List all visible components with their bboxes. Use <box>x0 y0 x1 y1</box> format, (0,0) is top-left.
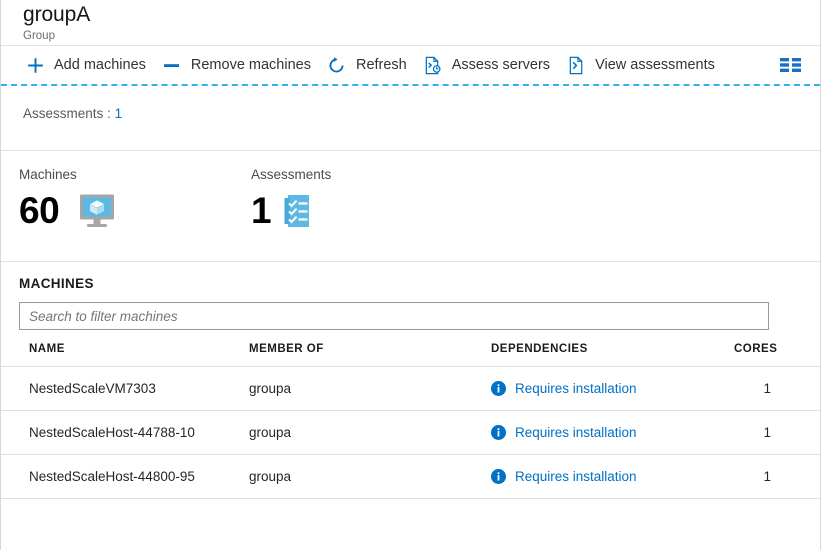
column-header-name[interactable]: NAME <box>1 343 249 367</box>
assess-servers-label: Assess servers <box>451 56 551 73</box>
blade-titlebar: groupA Group <box>1 0 820 46</box>
assessments-filter[interactable]: Assessments : 1 <box>23 106 122 121</box>
assessments-stat-label: Assessments <box>251 167 332 182</box>
assess-servers-button[interactable]: Assess servers <box>415 49 558 81</box>
cell-dependencies: Requires installation <box>491 454 734 499</box>
cell-cores: 1 <box>734 366 820 411</box>
column-header-member-of[interactable]: MEMBER OF <box>249 343 491 367</box>
cell-name: NestedScaleHost-44800-95 <box>1 454 249 499</box>
cell-dependencies: Requires installation <box>491 410 734 455</box>
add-machines-label: Add machines <box>54 56 146 73</box>
assessments-filter-separator: : <box>107 106 111 121</box>
cell-name: NestedScaleVM7303 <box>1 366 249 411</box>
refresh-label: Refresh <box>355 56 407 73</box>
machines-table-head: NAME MEMBER OF DEPENDENCIES CORES <box>1 343 820 367</box>
dependencies-link[interactable]: Requires installation <box>515 425 637 440</box>
refresh-icon <box>327 55 347 75</box>
machines-stat-value: 60 <box>19 190 60 231</box>
machines-stat-tile[interactable]: Machines 60 <box>19 167 251 261</box>
info-icon <box>491 469 506 484</box>
assessments-stat-tile[interactable]: Assessments 1 <box>251 167 331 261</box>
machines-table: NAME MEMBER OF DEPENDENCIES CORES Nested… <box>1 343 820 499</box>
cell-member-of: groupa <box>249 410 491 455</box>
refresh-button[interactable]: Refresh <box>319 49 415 81</box>
cell-member-of: groupa <box>249 454 491 499</box>
dependencies-link[interactable]: Requires installation <box>515 381 637 396</box>
page-subtitle: Group <box>23 30 55 42</box>
cell-cores: 1 <box>734 454 820 499</box>
view-assessments-label: View assessments <box>595 56 715 73</box>
machines-section: MACHINES NAME MEMBER OF DEPENDENCIES COR… <box>1 262 820 499</box>
dependencies-link[interactable]: Requires installation <box>515 469 637 484</box>
plus-icon <box>25 55 45 75</box>
stats-row: Machines 60 Assessments 1 <box>1 151 820 262</box>
add-machines-button[interactable]: Add machines <box>17 49 154 81</box>
remove-machines-button[interactable]: Remove machines <box>154 49 319 81</box>
column-header-cores[interactable]: CORES <box>734 343 820 367</box>
table-row[interactable]: NestedScaleHost-44788-10 groupa Requires… <box>1 410 820 455</box>
machines-table-body: NestedScaleVM7303 groupa Requires instal… <box>1 366 820 499</box>
assessments-filter-value: 1 <box>114 106 123 121</box>
machines-stat-label: Machines <box>19 167 77 182</box>
machines-section-title: MACHINES <box>19 276 94 291</box>
columns-options-button[interactable] <box>772 49 810 81</box>
cell-dependencies: Requires installation <box>491 366 734 411</box>
assessments-stat-row: 1 <box>251 189 331 233</box>
search-wrapper <box>1 291 820 330</box>
remove-machines-label: Remove machines <box>190 56 311 73</box>
search-input[interactable] <box>19 302 769 330</box>
page-title: groupA <box>23 3 91 26</box>
machines-stat-row: 60 <box>19 189 251 233</box>
column-header-dependencies[interactable]: DEPENDENCIES <box>491 343 734 367</box>
cell-member-of: groupa <box>249 366 491 411</box>
view-assessments-icon <box>566 55 586 75</box>
essentials-strip: Assessments : 1 <box>1 86 820 151</box>
columns-grid-icon <box>780 55 802 75</box>
checklist-icon <box>284 194 313 228</box>
view-assessments-button[interactable]: View assessments <box>558 49 723 81</box>
info-icon <box>491 425 506 440</box>
table-row[interactable]: NestedScaleHost-44800-95 groupa Requires… <box>1 454 820 499</box>
info-icon <box>491 381 506 396</box>
table-header-row: NAME MEMBER OF DEPENDENCIES CORES <box>1 343 820 367</box>
minus-icon <box>162 55 182 75</box>
blade-container: groupA Group Add machines Remove machine… <box>0 0 821 550</box>
assessments-filter-label: Assessments <box>23 106 104 121</box>
command-bar: Add machines Remove machines Refresh Ass… <box>1 46 820 86</box>
assess-servers-icon <box>423 55 443 75</box>
table-row[interactable]: NestedScaleVM7303 groupa Requires instal… <box>1 366 820 411</box>
assessments-stat-value: 1 <box>251 190 272 231</box>
cell-cores: 1 <box>734 410 820 455</box>
monitor-box-icon <box>77 193 117 229</box>
cell-name: NestedScaleHost-44788-10 <box>1 410 249 455</box>
